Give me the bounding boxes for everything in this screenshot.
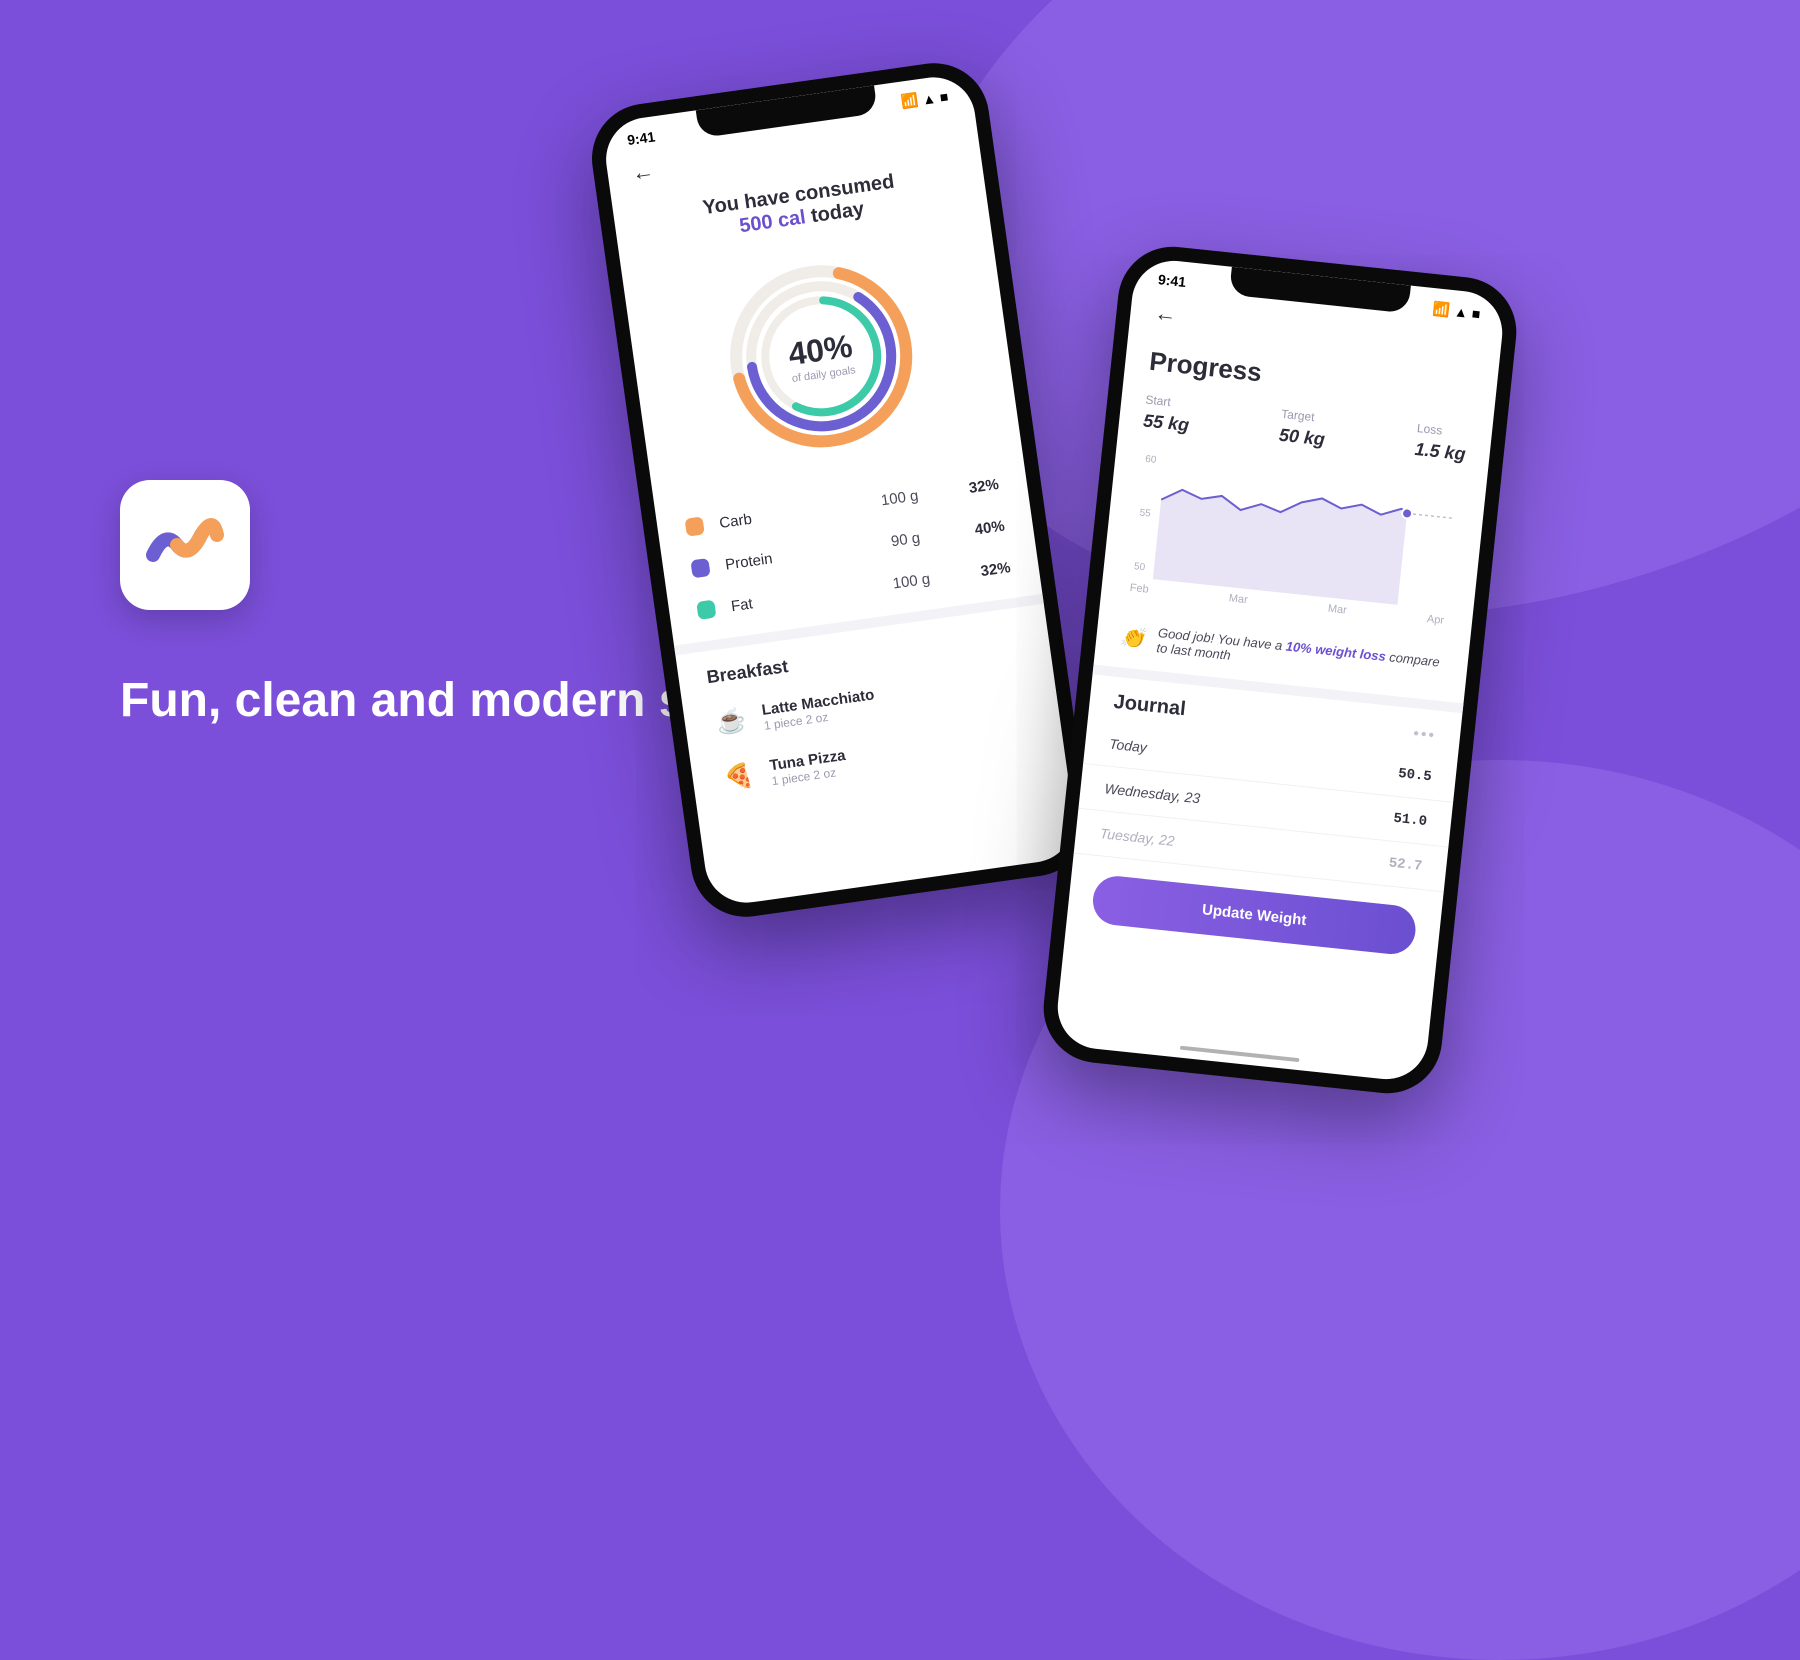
- macro-dot-icon: [696, 600, 716, 620]
- wifi-icon: ▲: [1453, 303, 1468, 320]
- app-icon: [120, 480, 250, 610]
- stat-value: 1.5 kg: [1414, 439, 1467, 465]
- stat-start: Start 55 kg: [1142, 393, 1192, 437]
- macro-amount: 90 g: [865, 525, 947, 553]
- journal-value: 50.5: [1397, 766, 1432, 785]
- journal-value: 52.7: [1388, 855, 1423, 874]
- battery-icon: ■: [939, 88, 950, 105]
- x-tick: Mar: [1327, 603, 1347, 617]
- battery-icon: ■: [1471, 305, 1481, 322]
- y-tick: 50: [1133, 561, 1146, 573]
- home-indicator[interactable]: [1180, 1046, 1300, 1063]
- pizza-icon: 🍕: [719, 757, 760, 798]
- stat-loss: Loss 1.5 kg: [1414, 421, 1469, 465]
- signal-icon: 📶: [1432, 300, 1451, 319]
- macro-name: Carb: [718, 495, 861, 532]
- journal-title: Journal: [1113, 691, 1187, 721]
- signal-icon: 📶: [900, 91, 920, 110]
- stat-target: Target 50 kg: [1278, 407, 1328, 451]
- macro-name: Protein: [724, 537, 867, 574]
- clap-icon: 👏: [1119, 624, 1146, 651]
- phone-mockup-progress: 9:41 📶 ▲ ■ ← Progress Start 55 kg Target…: [1038, 241, 1522, 1098]
- donut-chart: 40% of daily goals: [620, 212, 1022, 501]
- coffee-icon: ☕: [711, 701, 752, 742]
- x-tick: Mar: [1228, 592, 1248, 606]
- update-weight-button[interactable]: Update Weight: [1091, 874, 1418, 957]
- y-tick: 55: [1139, 507, 1152, 519]
- journal-value: 51.0: [1393, 811, 1428, 830]
- macro-dot-icon: [690, 558, 710, 578]
- journal-date: Tuesday, 22: [1099, 825, 1175, 849]
- macro-amount: 100 g: [871, 567, 953, 595]
- stat-value: 55 kg: [1142, 410, 1190, 436]
- more-icon[interactable]: •••: [1412, 725, 1437, 745]
- chart-current-point: [1402, 508, 1413, 519]
- macro-percent: 40%: [944, 517, 1006, 542]
- y-tick: 60: [1145, 454, 1158, 466]
- journal-date: Wednesday, 23: [1104, 780, 1201, 806]
- macro-percent: 32%: [938, 475, 1000, 500]
- stat-value: 50 kg: [1278, 425, 1326, 451]
- congrats-highlight: 10% weight loss: [1285, 639, 1386, 664]
- x-tick: Apr: [1426, 613, 1444, 627]
- macro-percent: 32%: [950, 559, 1012, 584]
- journal-date: Today: [1109, 736, 1148, 756]
- macro-amount: 100 g: [859, 484, 941, 512]
- x-tick: Feb: [1129, 582, 1149, 596]
- status-time: 9:41: [1157, 271, 1187, 291]
- wifi-icon: ▲: [921, 89, 937, 107]
- macro-dot-icon: [685, 516, 705, 536]
- macro-name: Fat: [730, 578, 873, 615]
